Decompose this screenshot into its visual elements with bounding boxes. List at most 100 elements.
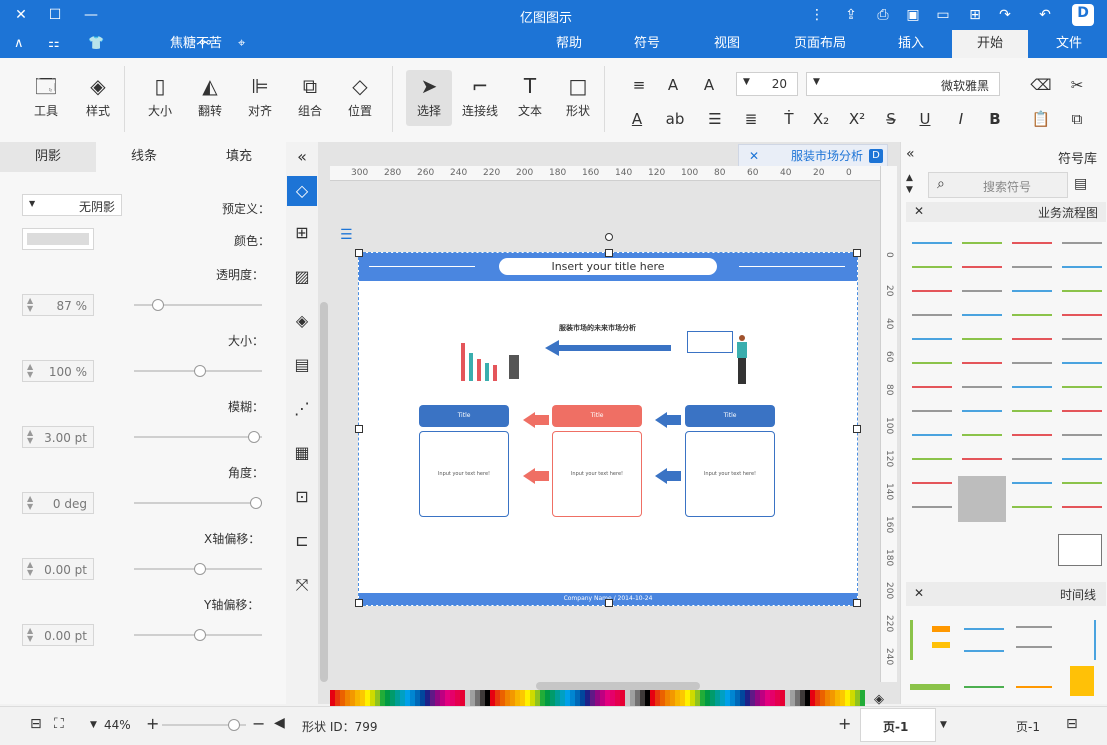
spinner-arrows-icon[interactable]: ▲ ▼: [27, 561, 33, 577]
copy-icon[interactable]: ⧉: [1066, 108, 1088, 130]
library-symbol[interactable]: [1062, 242, 1102, 244]
subtitle[interactable]: 服装市场的未来市场分析: [559, 323, 636, 333]
zoom-in-icon[interactable]: +: [146, 714, 159, 733]
property-slider[interactable]: [134, 365, 262, 377]
property-spinner[interactable]: ▲ ▼ 0.00 pt: [22, 558, 94, 580]
page-icon[interactable]: ▤: [291, 354, 313, 376]
spinner-arrows-icon[interactable]: ▲ ▼: [27, 495, 33, 511]
tab-line[interactable]: 线条: [96, 142, 192, 172]
style-button[interactable]: ◈ 样式: [78, 70, 118, 126]
color-picker[interactable]: [22, 228, 94, 250]
property-slider[interactable]: [134, 299, 262, 311]
library-symbol[interactable]: [912, 434, 952, 436]
library-symbol[interactable]: [1062, 362, 1102, 364]
font-size-select[interactable]: ▼ 20: [736, 72, 798, 96]
library-symbol[interactable]: [962, 434, 1002, 436]
library-symbol[interactable]: [962, 338, 1002, 340]
slider-knob[interactable]: [250, 497, 262, 509]
slider-knob[interactable]: [194, 629, 206, 641]
property-slider[interactable]: [134, 497, 262, 509]
subscript-icon[interactable]: X₂: [810, 108, 832, 130]
property-slider[interactable]: [134, 629, 262, 641]
library-symbol[interactable]: [1012, 338, 1052, 340]
library-symbol[interactable]: [912, 290, 952, 292]
library-symbol[interactable]: [1062, 314, 1102, 316]
format-painter-icon[interactable]: ⌫: [1030, 74, 1052, 96]
library-symbol[interactable]: [912, 386, 952, 388]
card-body[interactable]: Input your text here!: [685, 431, 775, 517]
property-slider[interactable]: [134, 563, 262, 575]
paste-icon[interactable]: 📋: [1030, 108, 1052, 130]
library-symbol[interactable]: [1012, 314, 1052, 316]
chevron-down-icon[interactable]: ▼: [940, 720, 947, 730]
cut-icon[interactable]: ✂: [1066, 74, 1088, 96]
superscript-icon[interactable]: X²: [846, 108, 868, 130]
presentation-icon[interactable]: ⊏: [291, 530, 313, 552]
tab-home[interactable]: 开始: [952, 30, 1028, 58]
table-icon[interactable]: ▦: [291, 442, 313, 464]
share-icon[interactable]: ⚯: [200, 34, 211, 54]
library-symbol[interactable]: [1062, 458, 1102, 460]
library-symbol[interactable]: [1012, 410, 1052, 412]
play-icon[interactable]: ◀: [274, 715, 285, 731]
close-section-icon[interactable]: ✕: [914, 586, 924, 600]
library-symbol[interactable]: [1012, 362, 1052, 364]
tab-symbols[interactable]: 符号: [634, 34, 660, 54]
tab-help[interactable]: 帮助: [556, 34, 582, 54]
library-symbol[interactable]: [962, 410, 1002, 412]
slider-knob[interactable]: [248, 431, 260, 443]
layout-toggle-icon[interactable]: ☰: [340, 228, 356, 242]
paragraph-icon[interactable]: ≡: [628, 74, 650, 96]
italic-icon[interactable]: I: [950, 108, 972, 130]
page-title[interactable]: Insert your title here: [499, 258, 717, 275]
tab-file[interactable]: 文件: [1056, 34, 1082, 54]
flip-button[interactable]: ◭ 翻转: [190, 70, 230, 126]
save-icon[interactable]: ▣: [904, 6, 922, 24]
pin-icon[interactable]: ⌖: [238, 34, 245, 54]
maximize-icon[interactable]: ☐: [46, 6, 64, 24]
export-icon[interactable]: ⇪: [842, 6, 860, 24]
library-symbol[interactable]: [1062, 410, 1102, 412]
group-button[interactable]: ⧉ 组合: [290, 70, 330, 126]
fit-page-icon[interactable]: ⊟: [30, 716, 42, 732]
selected-symbol[interactable]: [958, 476, 1006, 522]
card-header[interactable]: Title: [419, 405, 509, 427]
user-name[interactable]: 焦糖不苦: [170, 34, 222, 54]
library-symbol[interactable]: [1012, 290, 1052, 292]
tab-page-layout[interactable]: 页面布局: [794, 34, 846, 54]
print-icon[interactable]: ⎙: [874, 6, 892, 24]
property-slider[interactable]: [134, 431, 262, 443]
fullscreen-icon[interactable]: ⛶: [54, 716, 64, 732]
library-symbol[interactable]: [1062, 338, 1102, 340]
library-symbol[interactable]: [912, 410, 952, 412]
collapse-ribbon-icon[interactable]: ∧: [14, 34, 24, 54]
redo-icon[interactable]: ↷: [996, 6, 1014, 24]
library-symbol[interactable]: [1012, 506, 1052, 508]
library-scroll-buttons[interactable]: ▲ ▼: [906, 172, 913, 196]
card-header[interactable]: Title: [552, 405, 642, 427]
horizontal-scrollbar[interactable]: [536, 682, 700, 690]
size-button[interactable]: ▯ 大小: [140, 70, 180, 126]
image-icon[interactable]: ▨: [291, 266, 313, 288]
library-symbol[interactable]: [962, 314, 1002, 316]
underline-icon[interactable]: U: [914, 108, 936, 130]
card-header[interactable]: Title: [685, 405, 775, 427]
vertical-scrollbar[interactable]: [320, 302, 328, 682]
slider-knob[interactable]: [152, 299, 164, 311]
grow-font-icon[interactable]: A: [698, 74, 720, 96]
tools-button[interactable]: 🗔 工具: [26, 70, 66, 126]
library-symbol[interactable]: [1062, 506, 1102, 508]
spinner-arrows-icon[interactable]: ▲ ▼: [27, 363, 33, 379]
spinner-arrows-icon[interactable]: ▲ ▼: [27, 429, 33, 445]
page-tab[interactable]: 页-1: [860, 708, 936, 742]
zoom-level[interactable]: 44%: [104, 718, 131, 732]
collapse-library-icon[interactable]: «: [906, 146, 915, 162]
tab-fill[interactable]: 填充: [192, 142, 286, 172]
color-swatch[interactable]: [860, 690, 865, 706]
library-symbol[interactable]: [912, 338, 952, 340]
page-list-icon[interactable]: ⊟: [1066, 716, 1078, 732]
strikethrough-icon[interactable]: S̶: [880, 108, 902, 130]
library-symbol[interactable]: [912, 242, 952, 244]
card-body[interactable]: Input your text here!: [419, 431, 509, 517]
library-symbol[interactable]: [962, 266, 1002, 268]
